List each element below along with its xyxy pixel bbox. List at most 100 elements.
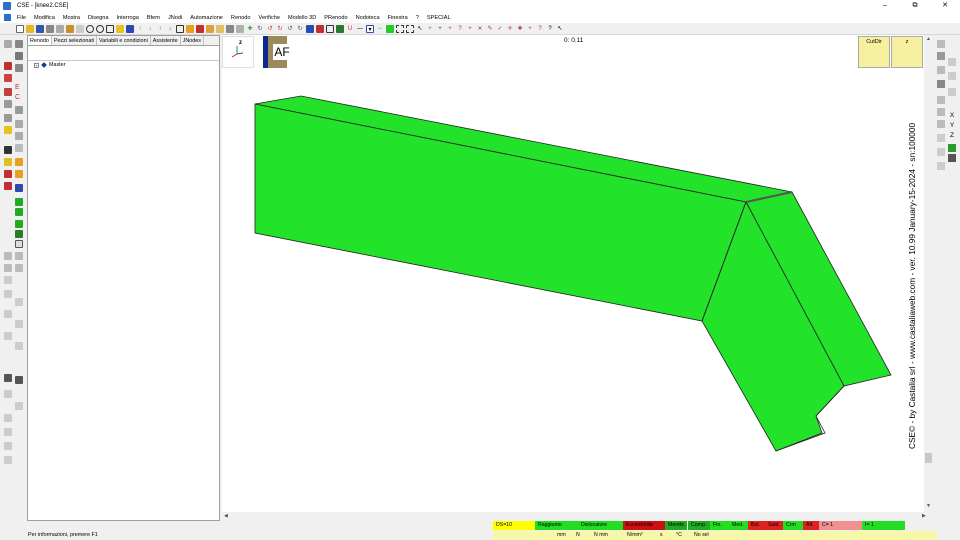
arrow-up-icon[interactable]: ↑ bbox=[136, 25, 144, 33]
menu-help[interactable]: ? bbox=[416, 15, 419, 21]
tool-green3-icon[interactable] bbox=[15, 220, 23, 228]
scroll-left-icon[interactable]: ◀ bbox=[224, 513, 228, 519]
copy-icon[interactable] bbox=[56, 24, 64, 33]
menu-file[interactable]: File bbox=[17, 15, 26, 21]
tool-red1-icon[interactable] bbox=[4, 74, 12, 82]
tool-mix2-icon[interactable] bbox=[15, 158, 23, 166]
right-tool-2-icon[interactable] bbox=[937, 52, 945, 60]
rotate-x-icon[interactable]: ↻ bbox=[276, 25, 284, 33]
move2-icon[interactable]: ✛ bbox=[506, 25, 514, 33]
tool-ruler-icon[interactable] bbox=[15, 240, 23, 248]
plus4-icon[interactable]: + bbox=[526, 25, 534, 33]
tool-mix5-icon[interactable] bbox=[15, 170, 23, 178]
menu-prenodo[interactable]: PRenodo bbox=[324, 15, 347, 21]
open-icon[interactable] bbox=[26, 24, 34, 33]
tool-grey13-icon[interactable] bbox=[15, 298, 23, 306]
tool-label-e-icon[interactable]: E bbox=[15, 84, 23, 92]
menu-special[interactable]: SPECIAL bbox=[427, 15, 451, 21]
tool-grey3-icon[interactable] bbox=[4, 114, 12, 122]
tab-assistente[interactable]: Assistente bbox=[151, 36, 181, 45]
add-icon[interactable]: + bbox=[466, 25, 474, 33]
arrow-icon[interactable]: ↖ bbox=[556, 25, 564, 33]
horizontal-scrollbar[interactable]: ◀ ▶ bbox=[222, 512, 933, 521]
grid-icon[interactable] bbox=[326, 24, 334, 33]
tab-pezzi-selezionati[interactable]: Pezzi selezionati bbox=[52, 36, 98, 45]
tool-mix7-icon[interactable] bbox=[15, 184, 23, 192]
axis-z-button[interactable]: Z bbox=[948, 132, 956, 140]
menu-disegna[interactable]: Disegna bbox=[88, 15, 109, 21]
tool-mix3-icon[interactable] bbox=[4, 158, 12, 166]
right-tool-8-icon[interactable] bbox=[937, 96, 945, 104]
tool-grey9-icon[interactable] bbox=[4, 264, 12, 272]
tool-grey20-icon[interactable] bbox=[4, 414, 12, 422]
right-tool-4-icon[interactable] bbox=[937, 66, 945, 74]
expand-icon[interactable]: ✚ bbox=[516, 25, 524, 33]
tool-bolts-icon[interactable] bbox=[4, 62, 12, 70]
weld-icon[interactable] bbox=[196, 24, 204, 33]
rectangle-icon[interactable] bbox=[106, 24, 114, 33]
tool-label-c-icon[interactable]: C bbox=[15, 94, 23, 102]
arrow-down-icon[interactable]: ↓ bbox=[146, 25, 154, 33]
tool-grey19-icon[interactable] bbox=[15, 402, 23, 410]
tool-grey12-icon[interactable] bbox=[4, 290, 12, 298]
minimize-button[interactable]: – bbox=[870, 0, 900, 12]
tab-variabili[interactable]: Variabili e condizioni bbox=[97, 36, 151, 45]
menu-modello-3d[interactable]: Modello 3D bbox=[288, 15, 316, 21]
tool-grey7-icon[interactable] bbox=[4, 252, 12, 260]
zoom-icon[interactable] bbox=[96, 24, 104, 33]
cutdir-box[interactable]: CutDir bbox=[858, 36, 890, 68]
maximize-button[interactable]: ⧉ bbox=[900, 0, 930, 12]
print-icon[interactable] bbox=[46, 24, 54, 33]
tool-grey1-icon[interactable] bbox=[4, 100, 12, 108]
tool-views-icon[interactable] bbox=[15, 64, 23, 72]
model-canvas[interactable] bbox=[222, 35, 933, 512]
tool-grey15-icon[interactable] bbox=[15, 320, 23, 328]
tool-pan-icon[interactable] bbox=[15, 40, 23, 48]
tool-grey4-icon[interactable] bbox=[15, 120, 23, 128]
mark-icon[interactable]: ✓ bbox=[496, 25, 504, 33]
right-tool-3-icon[interactable] bbox=[948, 58, 956, 66]
member-icon[interactable] bbox=[126, 24, 134, 33]
plus3-icon[interactable]: + bbox=[446, 25, 454, 33]
rotate-ccw-icon[interactable]: ↺ bbox=[266, 25, 274, 33]
menu-interroga[interactable]: Interroga bbox=[117, 15, 139, 21]
menu-finestra[interactable]: Finestra bbox=[388, 15, 408, 21]
green-block-icon[interactable] bbox=[386, 24, 394, 33]
tool-grey16-icon[interactable] bbox=[4, 332, 12, 340]
tool-grey6-icon[interactable] bbox=[15, 144, 23, 152]
tool-dark2-icon[interactable] bbox=[15, 376, 23, 384]
axis-y-button[interactable]: Y bbox=[948, 122, 956, 130]
tool-grey2-icon[interactable] bbox=[15, 106, 23, 114]
right-tool-10-icon[interactable] bbox=[937, 120, 945, 128]
tool-members-icon[interactable] bbox=[15, 52, 23, 60]
context-help-icon[interactable]: ? bbox=[546, 25, 554, 33]
menu-jnodi[interactable]: JNodi bbox=[168, 15, 182, 21]
close-button[interactable]: ✕ bbox=[930, 0, 960, 12]
arrow-down-blue-icon[interactable]: ↓ bbox=[166, 25, 174, 33]
scroll-thumb[interactable] bbox=[925, 453, 932, 463]
right-tool-11-icon[interactable] bbox=[937, 134, 945, 142]
vertical-scrollbar[interactable]: ▲ ▼ bbox=[924, 35, 933, 512]
dropdown-icon[interactable]: ▾ bbox=[366, 24, 374, 33]
new-file-icon[interactable] bbox=[16, 24, 24, 33]
tool-mix1-icon[interactable] bbox=[4, 146, 12, 154]
undo-icon[interactable] bbox=[76, 24, 84, 33]
expand-icon[interactable]: + bbox=[34, 62, 39, 68]
tool-red2-icon[interactable] bbox=[4, 88, 12, 96]
cut-z-box[interactable]: z bbox=[891, 36, 923, 68]
tool-green1-icon[interactable] bbox=[15, 198, 23, 206]
bolt-icon[interactable] bbox=[186, 24, 194, 33]
scroll-up-icon[interactable]: ▲ bbox=[926, 36, 931, 42]
right-tool-9-icon[interactable] bbox=[937, 108, 945, 116]
search-icon[interactable] bbox=[86, 24, 94, 33]
tool-green4-icon[interactable] bbox=[15, 230, 23, 238]
pointer-icon[interactable]: ↖ bbox=[416, 25, 424, 33]
tool-mix6-icon[interactable] bbox=[4, 182, 12, 190]
tab-jnodes[interactable]: JNodes bbox=[181, 36, 204, 45]
tab-renodo[interactable]: Renodo bbox=[28, 36, 52, 45]
tool-mix4-icon[interactable] bbox=[4, 170, 12, 178]
right-tool-1-icon[interactable] bbox=[937, 40, 945, 48]
tool-grey23-icon[interactable] bbox=[4, 456, 12, 464]
menu-automazione[interactable]: Automazione bbox=[190, 15, 223, 21]
menu-mostra[interactable]: Mostra bbox=[63, 15, 80, 21]
